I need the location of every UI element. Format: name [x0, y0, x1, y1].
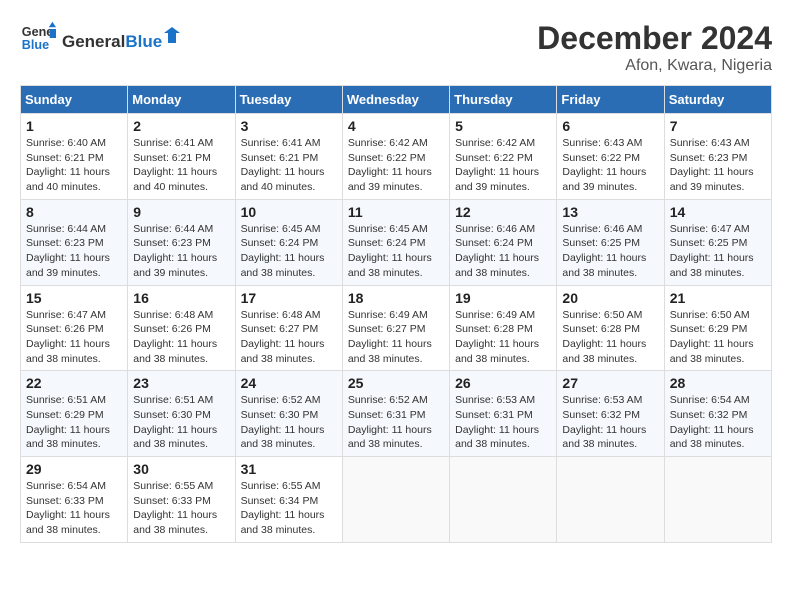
- logo-blue: Blue: [125, 32, 162, 52]
- empty-cell-3: [557, 457, 664, 543]
- day-cell-15: 15 Sunrise: 6:47 AMSunset: 6:26 PMDaylig…: [21, 285, 128, 371]
- day-cell-1: 1 Sunrise: 6:40 AMSunset: 6:21 PMDayligh…: [21, 114, 128, 200]
- day-cell-22: 22 Sunrise: 6:51 AMSunset: 6:29 PMDaylig…: [21, 371, 128, 457]
- week-row-2: 8 Sunrise: 6:44 AMSunset: 6:23 PMDayligh…: [21, 199, 772, 285]
- week-row-4: 22 Sunrise: 6:51 AMSunset: 6:29 PMDaylig…: [21, 371, 772, 457]
- day-cell-3: 3 Sunrise: 6:41 AMSunset: 6:21 PMDayligh…: [235, 114, 342, 200]
- logo-icon: General Blue: [20, 20, 56, 56]
- day-cell-17: 17 Sunrise: 6:48 AMSunset: 6:27 PMDaylig…: [235, 285, 342, 371]
- day-cell-21: 21 Sunrise: 6:50 AMSunset: 6:29 PMDaylig…: [664, 285, 771, 371]
- day-cell-12: 12 Sunrise: 6:46 AMSunset: 6:24 PMDaylig…: [450, 199, 557, 285]
- day-cell-9: 9 Sunrise: 6:44 AMSunset: 6:23 PMDayligh…: [128, 199, 235, 285]
- col-tuesday: Tuesday: [235, 86, 342, 114]
- page-header: General Blue General Blue December 2024 …: [20, 20, 772, 75]
- day-cell-8: 8 Sunrise: 6:44 AMSunset: 6:23 PMDayligh…: [21, 199, 128, 285]
- empty-cell-4: [664, 457, 771, 543]
- logo-bird-icon: [164, 25, 180, 47]
- month-year-title: December 2024: [537, 20, 772, 57]
- calendar-table: Sunday Monday Tuesday Wednesday Thursday…: [20, 85, 772, 543]
- day-cell-24: 24 Sunrise: 6:52 AMSunset: 6:30 PMDaylig…: [235, 371, 342, 457]
- day-cell-26: 26 Sunrise: 6:53 AMSunset: 6:31 PMDaylig…: [450, 371, 557, 457]
- day-cell-28: 28 Sunrise: 6:54 AMSunset: 6:32 PMDaylig…: [664, 371, 771, 457]
- col-monday: Monday: [128, 86, 235, 114]
- logo: General Blue General Blue: [20, 20, 180, 56]
- day-cell-11: 11 Sunrise: 6:45 AMSunset: 6:24 PMDaylig…: [342, 199, 449, 285]
- day-cell-25: 25 Sunrise: 6:52 AMSunset: 6:31 PMDaylig…: [342, 371, 449, 457]
- title-area: December 2024 Afon, Kwara, Nigeria: [537, 20, 772, 75]
- day-cell-31: 31 Sunrise: 6:55 AMSunset: 6:34 PMDaylig…: [235, 457, 342, 543]
- empty-cell-2: [450, 457, 557, 543]
- day-cell-20: 20 Sunrise: 6:50 AMSunset: 6:28 PMDaylig…: [557, 285, 664, 371]
- header-row: Sunday Monday Tuesday Wednesday Thursday…: [21, 86, 772, 114]
- col-wednesday: Wednesday: [342, 86, 449, 114]
- day-cell-7: 7 Sunrise: 6:43 AMSunset: 6:23 PMDayligh…: [664, 114, 771, 200]
- day-cell-29: 29 Sunrise: 6:54 AMSunset: 6:33 PMDaylig…: [21, 457, 128, 543]
- location-subtitle: Afon, Kwara, Nigeria: [537, 57, 772, 75]
- day-cell-4: 4 Sunrise: 6:42 AMSunset: 6:22 PMDayligh…: [342, 114, 449, 200]
- day-cell-6: 6 Sunrise: 6:43 AMSunset: 6:22 PMDayligh…: [557, 114, 664, 200]
- col-sunday: Sunday: [21, 86, 128, 114]
- col-friday: Friday: [557, 86, 664, 114]
- day-cell-2: 2 Sunrise: 6:41 AMSunset: 6:21 PMDayligh…: [128, 114, 235, 200]
- day-cell-27: 27 Sunrise: 6:53 AMSunset: 6:32 PMDaylig…: [557, 371, 664, 457]
- empty-cell-1: [342, 457, 449, 543]
- day-cell-5: 5 Sunrise: 6:42 AMSunset: 6:22 PMDayligh…: [450, 114, 557, 200]
- day-cell-30: 30 Sunrise: 6:55 AMSunset: 6:33 PMDaylig…: [128, 457, 235, 543]
- svg-text:Blue: Blue: [22, 38, 49, 52]
- col-saturday: Saturday: [664, 86, 771, 114]
- logo-general: General: [62, 32, 125, 52]
- week-row-5: 29 Sunrise: 6:54 AMSunset: 6:33 PMDaylig…: [21, 457, 772, 543]
- day-cell-14: 14 Sunrise: 6:47 AMSunset: 6:25 PMDaylig…: [664, 199, 771, 285]
- week-row-1: 1 Sunrise: 6:40 AMSunset: 6:21 PMDayligh…: [21, 114, 772, 200]
- col-thursday: Thursday: [450, 86, 557, 114]
- day-cell-18: 18 Sunrise: 6:49 AMSunset: 6:27 PMDaylig…: [342, 285, 449, 371]
- day-cell-23: 23 Sunrise: 6:51 AMSunset: 6:30 PMDaylig…: [128, 371, 235, 457]
- day-cell-13: 13 Sunrise: 6:46 AMSunset: 6:25 PMDaylig…: [557, 199, 664, 285]
- day-cell-19: 19 Sunrise: 6:49 AMSunset: 6:28 PMDaylig…: [450, 285, 557, 371]
- day-cell-10: 10 Sunrise: 6:45 AMSunset: 6:24 PMDaylig…: [235, 199, 342, 285]
- day-cell-16: 16 Sunrise: 6:48 AMSunset: 6:26 PMDaylig…: [128, 285, 235, 371]
- week-row-3: 15 Sunrise: 6:47 AMSunset: 6:26 PMDaylig…: [21, 285, 772, 371]
